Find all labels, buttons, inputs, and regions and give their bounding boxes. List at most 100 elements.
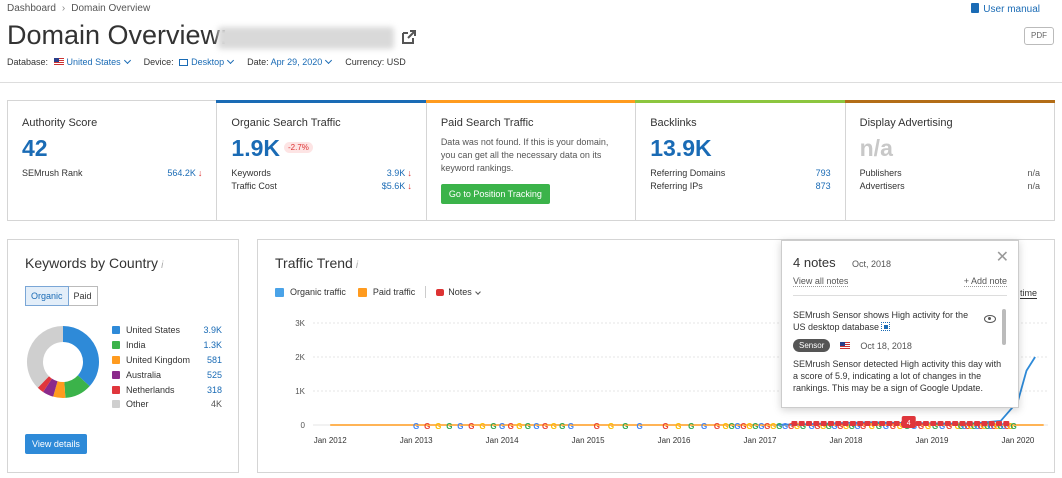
note-pin-marker (988, 421, 995, 426)
publishers-row: Publishers n/a (860, 168, 1040, 178)
display-advertising-card: Display Advertising n/a Publishers n/a A… (844, 100, 1056, 220)
card-title: Paid Search Traffic (440, 117, 534, 129)
breadcrumb-dashboard[interactable]: Dashboard (7, 3, 56, 14)
keywords-donut-chart (27, 326, 99, 398)
note-pin-marker (981, 421, 988, 426)
country-value[interactable]: 3.9K (203, 325, 222, 335)
note-pin-marker (959, 421, 966, 426)
popup-scrollbar[interactable] (1002, 309, 1006, 345)
filters-bar: Database: United States Device: Desktop … (7, 56, 406, 67)
country-value[interactable]: 581 (207, 355, 222, 365)
date-label: Date: (247, 57, 269, 67)
note-pin-marker (864, 421, 871, 426)
legend-item[interactable]: United States 3.9K (112, 323, 222, 338)
backlinks-card[interactable]: Backlinks 13.9K Referring Domains 793 Re… (635, 100, 846, 220)
note-pin-marker (996, 421, 1002, 426)
donut-slice[interactable] (37, 376, 53, 392)
arrow-down-icon: ↓ (407, 181, 412, 191)
note-pin-marker (944, 421, 951, 426)
currency-label: Currency: (345, 57, 385, 67)
row-label: Advertisers (859, 181, 905, 191)
legend-item[interactable]: Netherlands 318 (112, 382, 222, 397)
authority-score-card[interactable]: Authority Score 42 SEMrush Rank 564.2K ↓ (8, 101, 218, 220)
referring-ips-value[interactable]: 873 (816, 181, 831, 191)
eye-icon[interactable] (984, 315, 996, 323)
country-name: India (126, 340, 146, 351)
pdf-export-button[interactable]: PDF (1024, 27, 1054, 45)
tab-paid[interactable]: Paid (68, 286, 98, 306)
donut-slice[interactable] (43, 378, 58, 397)
google-update-marker: G (675, 422, 681, 431)
notes-count: 4 notes (793, 255, 836, 270)
y-tick-label: 3K (295, 319, 305, 328)
notes-popup: 4 notes Oct, 2018 ✕ View all notes + Add… (781, 240, 1019, 408)
country-value[interactable]: 318 (207, 385, 222, 395)
card-accent-bar (844, 100, 1056, 103)
paid-traffic-card: Paid Search Traffic Data was not found. … (425, 100, 637, 220)
view-all-notes-link[interactable]: View all notes (793, 276, 849, 287)
add-note-link[interactable]: + Add note (963, 276, 1007, 287)
external-link-icon[interactable] (401, 29, 417, 45)
user-manual-link[interactable]: User manual (971, 3, 1040, 15)
notes-month: Oct, 2018 (852, 259, 892, 269)
x-tick-label: Jan 2019 (915, 436, 948, 445)
donut-slice[interactable] (53, 381, 66, 398)
donut-slice[interactable] (63, 374, 90, 398)
google-update-marker: G (508, 422, 514, 431)
legend-swatch (112, 370, 120, 379)
country-name: United Kingdom (126, 354, 191, 365)
tab-organic[interactable]: Organic (25, 286, 69, 306)
google-update-marker: G (468, 422, 474, 431)
google-update-marker: G (637, 422, 643, 431)
country-value[interactable]: 525 (207, 370, 222, 380)
legend-item[interactable]: United Kingdom 581 (112, 353, 222, 368)
note-pin-marker (966, 421, 973, 426)
note-title: SEMrush Sensor shows High activity for t… (793, 309, 978, 333)
display-ads-value: n/a (859, 135, 893, 161)
x-tick-label: Jan 2020 (1001, 436, 1034, 445)
traffic-cost-value[interactable]: $5.6K (382, 181, 406, 191)
row-label: Referring Domains (650, 168, 726, 178)
publishers-value: n/a (1027, 168, 1041, 178)
traffic-cost-row: Traffic Cost $5.6K ↓ (231, 181, 411, 191)
organic-traffic-card[interactable]: Organic Search Traffic 1.9K -2.7% Keyword… (216, 100, 427, 220)
legend-item[interactable]: Australia 525 (112, 367, 222, 382)
google-update-marker: G (594, 422, 600, 431)
database-label: Database: (7, 57, 49, 67)
note-date: Oct 18, 2018 (860, 340, 912, 351)
header-divider (0, 82, 1062, 83)
country-legend: United States 3.9K India 1.3K United Kingd… (112, 323, 222, 412)
view-details-button[interactable]: View details (25, 434, 87, 454)
chevron-down-icon (325, 56, 333, 65)
keywords-value[interactable]: 3.9K (387, 168, 406, 178)
legend-item[interactable]: India 1.3K (112, 338, 222, 353)
card-accent-bar (216, 100, 427, 103)
device-filter[interactable]: Device: Desktop (144, 56, 235, 67)
position-tracking-button[interactable]: Go to Position Tracking (440, 184, 550, 204)
info-icon[interactable]: i (161, 260, 163, 271)
chevron-down-icon (227, 56, 235, 65)
row-label: SEMrush Rank (22, 168, 83, 178)
referring-domains-value[interactable]: 793 (816, 168, 831, 178)
user-manual-label: User manual (983, 4, 1040, 15)
card-title: Authority Score (22, 117, 98, 129)
row-label: Traffic Cost (231, 181, 277, 191)
card-title: Display Advertising (859, 117, 953, 129)
panel-title-text: Keywords by Country (25, 255, 159, 271)
external-link-icon[interactable] (881, 322, 891, 331)
semrush-rank-value[interactable]: 564.2K (167, 168, 196, 178)
database-filter[interactable]: Database: United States (7, 56, 131, 67)
date-filter[interactable]: Date: Apr 29, 2020 (247, 56, 333, 67)
donut-slice[interactable] (62, 326, 99, 387)
note-pin-marker (922, 421, 929, 426)
close-icon[interactable]: ✕ (996, 247, 1009, 267)
google-update-marker: G (499, 422, 505, 431)
popup-divider (793, 295, 1007, 296)
google-update-marker: G (1010, 422, 1016, 431)
paid-info-text: Data was not found. If this is your doma… (440, 137, 609, 173)
donut-slice[interactable] (27, 326, 64, 388)
x-tick-label: Jan 2018 (830, 436, 863, 445)
legend-item[interactable]: Other 4K (112, 397, 222, 412)
note-pin-marker (857, 421, 864, 426)
country-value[interactable]: 1.3K (203, 340, 222, 350)
